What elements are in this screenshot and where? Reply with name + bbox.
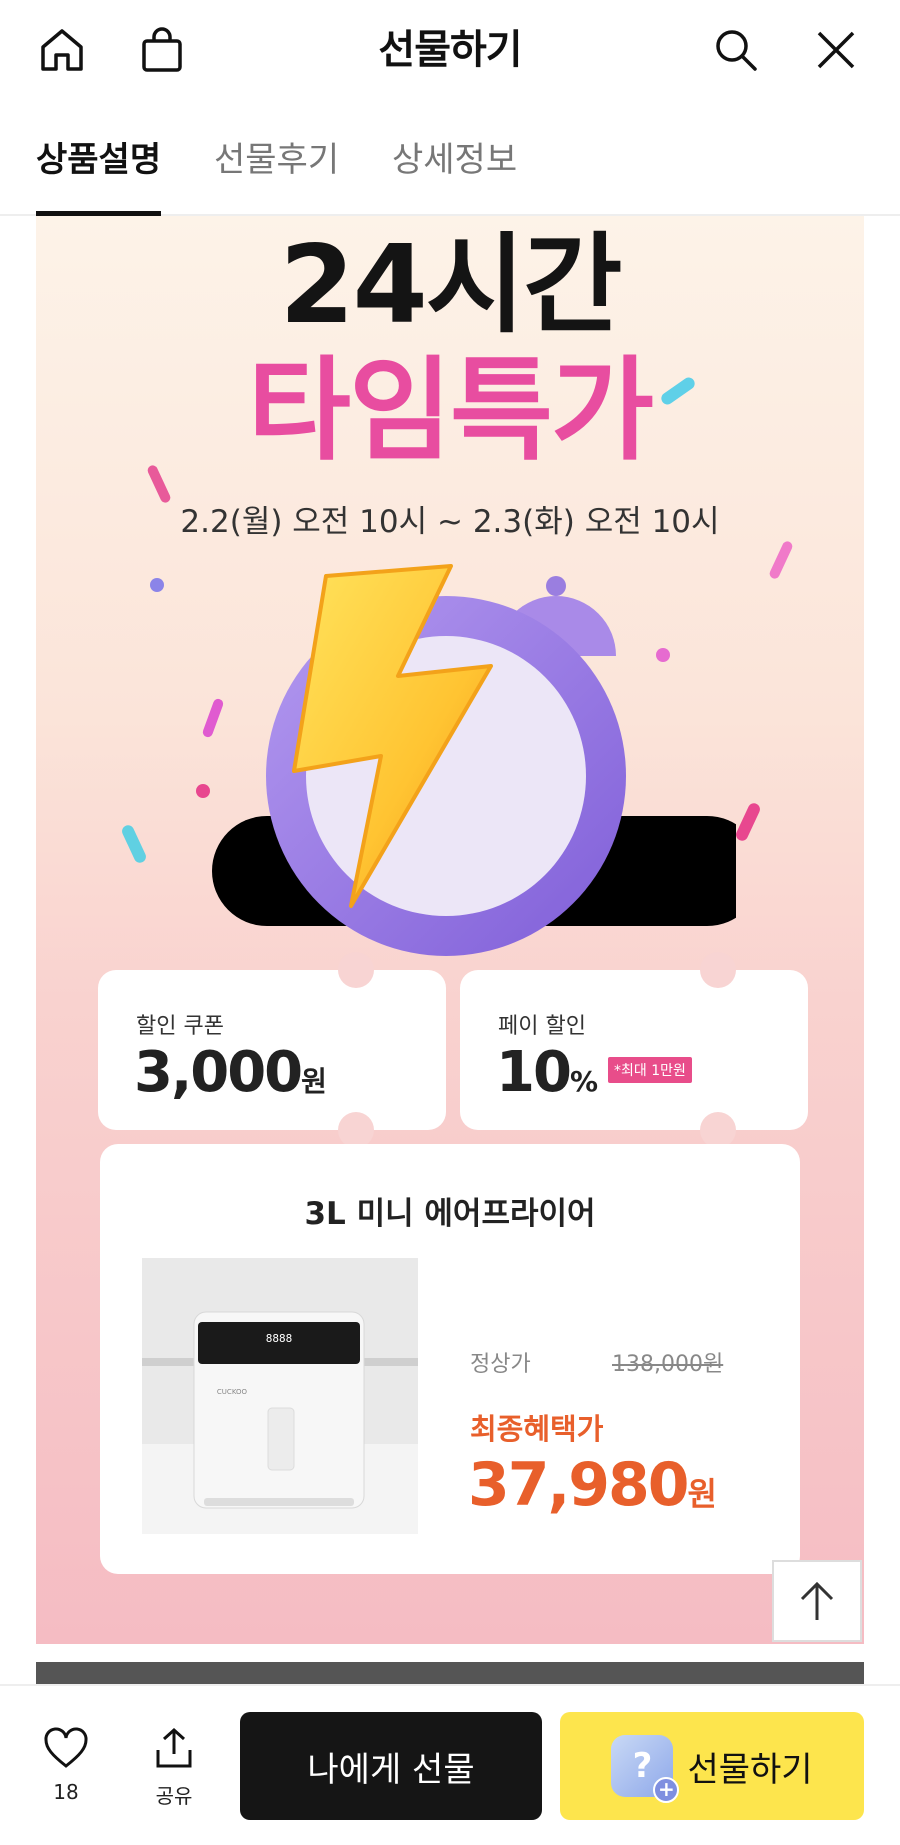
plus-icon: + <box>653 1777 680 1803</box>
final-price-label: 최종혜택가 <box>470 1412 604 1446</box>
final-price-unit: 원 <box>687 1475 717 1513</box>
final-price-amount: 37,980 <box>468 1450 690 1520</box>
coupon-unit: % <box>569 1065 598 1098</box>
scroll-to-top-button[interactable] <box>772 1560 862 1642</box>
original-price-label: 정상가 <box>470 1352 531 1377</box>
tab-bar: 상품설명 선물후기 상세정보 <box>0 108 900 216</box>
banner-headline-main: 타임특가 <box>247 346 654 476</box>
search-icon[interactable] <box>708 22 764 78</box>
confetti <box>120 823 148 865</box>
coupon-notch <box>338 952 374 988</box>
close-icon[interactable] <box>808 22 864 78</box>
page-title: 선물하기 <box>378 27 522 73</box>
confetti <box>150 578 164 592</box>
coupon-discount: 할인 쿠폰 3,000원 <box>98 952 446 1148</box>
coupon-notch <box>700 952 736 988</box>
final-price: 37,980원 <box>468 1450 717 1520</box>
coupon-amount: 3,000 <box>134 1040 303 1105</box>
coupon-notch <box>338 1112 374 1148</box>
coupon-amount: 10 <box>496 1040 572 1105</box>
share-icon <box>156 1727 192 1768</box>
alarm-clock-illustration <box>212 564 736 956</box>
gift-to-self-button[interactable]: 나에게 선물 <box>240 1712 542 1820</box>
top-bar: 선물하기 <box>0 0 900 100</box>
share-button[interactable]: 공유 <box>136 1726 212 1809</box>
gift-button[interactable]: ? + 선물하기 <box>560 1712 864 1820</box>
arrow-up-icon <box>800 1581 834 1620</box>
product-photo: 8888 CUCKOO <box>142 1258 418 1534</box>
like-count: 18 <box>53 1780 79 1804</box>
share-label: 공유 <box>155 1784 193 1808</box>
coupon-pay-discount: 페이 할인 10% *최대 1만원 <box>460 952 808 1148</box>
coupon-label: 할인 쿠폰 <box>136 1014 224 1039</box>
original-price: 138,000원 <box>612 1352 724 1377</box>
coupon-notch <box>700 1112 736 1148</box>
banner-headline-top: 24시간 <box>279 223 622 348</box>
coupon-label: 페이 할인 <box>498 1014 586 1039</box>
like-button[interactable]: 18 <box>28 1726 104 1804</box>
max-discount-badge: *최대 1만원 <box>608 1056 692 1083</box>
bottom-action-bar: 18 공유 나에게 선물 ? + 선물하기 <box>0 1684 900 1845</box>
product-card[interactable]: 3L 미니 에어프라이어 8888 CUCKOO 정상가 138,000원 최종… <box>100 1144 800 1574</box>
svg-text:CUCKOO: CUCKOO <box>217 1388 248 1396</box>
tab-reviews[interactable]: 선물후기 <box>214 130 339 216</box>
coupon-value: 10% *최대 1만원 <box>496 1040 692 1105</box>
coupon-unit: 원 <box>301 1065 327 1098</box>
gift-button-label: 선물하기 <box>687 1749 813 1790</box>
heart-icon <box>44 1727 88 1768</box>
promo-banner: 24시간 타임특가 2.2(월) 오전 10시 ~ 2.3(화) 오전 10시 … <box>36 216 864 1644</box>
next-section-edge <box>36 1662 864 1686</box>
tab-details[interactable]: 상세정보 <box>392 130 517 216</box>
gift-question-icon: ? + <box>611 1735 680 1803</box>
svg-text:8888: 8888 <box>266 1332 293 1345</box>
air-fryer-image: 8888 CUCKOO <box>142 1258 418 1534</box>
coupon-value: 3,000원 <box>134 1040 327 1105</box>
product-name: 3L 미니 에어프라이어 <box>304 1196 596 1232</box>
tab-description[interactable]: 상품설명 <box>36 130 162 216</box>
banner-period: 2.2(월) 오전 10시 ~ 2.3(화) 오전 10시 <box>180 504 720 540</box>
confetti <box>768 539 794 581</box>
confetti <box>734 801 762 843</box>
